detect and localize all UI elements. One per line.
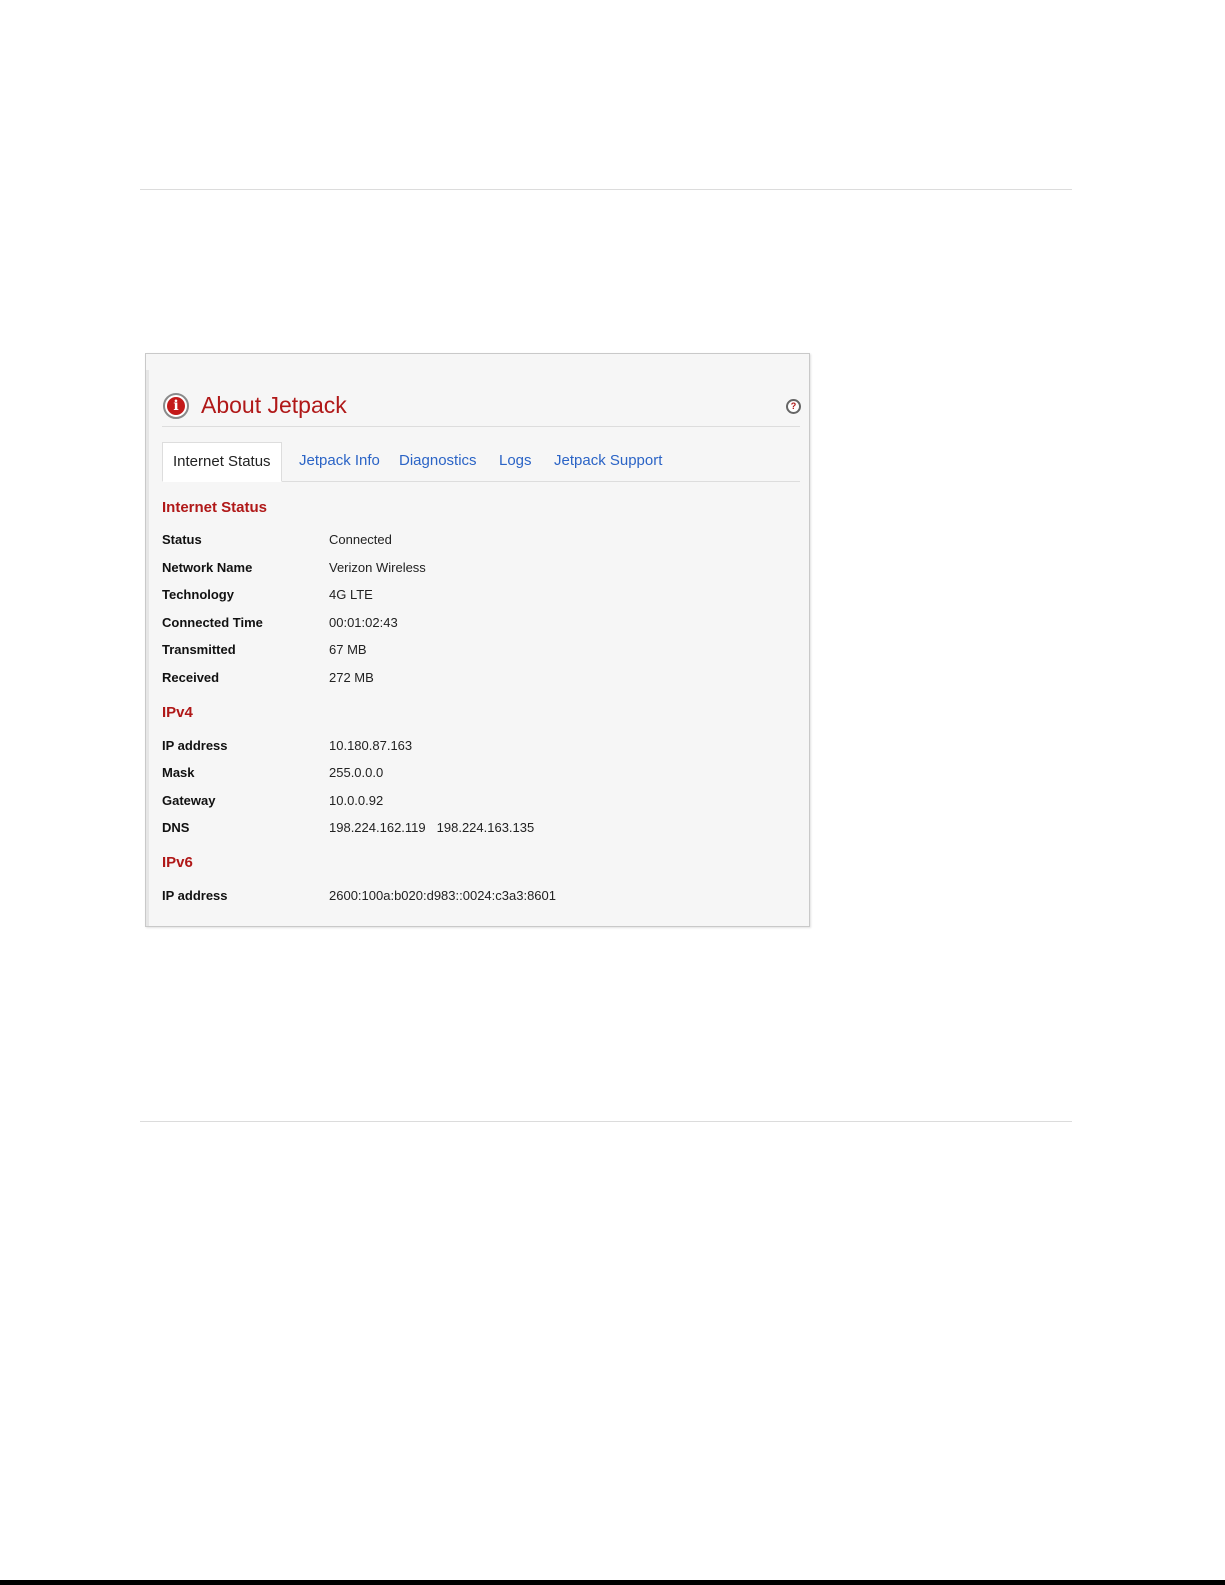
top-divider bbox=[140, 189, 1072, 190]
value-received: 272 MB bbox=[329, 670, 374, 685]
tab-jetpack-info[interactable]: Jetpack Info bbox=[299, 442, 380, 481]
value-connected-time: 00:01:02:43 bbox=[329, 615, 398, 630]
info-icon-glyph: i bbox=[173, 398, 179, 414]
value-mask: 255.0.0.0 bbox=[329, 765, 384, 780]
tab-jetpack-support[interactable]: Jetpack Support bbox=[554, 442, 662, 481]
tab-internet-status[interactable]: Internet Status bbox=[162, 442, 282, 482]
label-dns: DNS bbox=[162, 820, 190, 835]
label-status: Status bbox=[162, 532, 202, 547]
about-jetpack-panel: i About Jetpack ? Internet Status Jetpac… bbox=[145, 353, 810, 927]
label-received: Received bbox=[162, 670, 220, 685]
panel-header: i About Jetpack ? bbox=[162, 390, 801, 427]
tab-logs[interactable]: Logs bbox=[499, 442, 532, 481]
help-icon[interactable]: ? bbox=[786, 399, 801, 414]
section-title-ipv6: IPv6 bbox=[162, 854, 193, 871]
help-icon-glyph: ? bbox=[790, 401, 797, 411]
label-ipv4-address: IP address bbox=[162, 738, 228, 753]
value-gateway: 10.0.0.92 bbox=[329, 793, 384, 808]
value-network-name: Verizon Wireless bbox=[329, 560, 426, 575]
section-title-internet-status: Internet Status bbox=[162, 499, 268, 516]
tab-diagnostics[interactable]: Diagnostics bbox=[399, 442, 477, 481]
value-dns: 198.224.162.119 198.224.163.135 bbox=[329, 820, 534, 835]
value-dns-secondary: 198.224.163.135 bbox=[436, 820, 535, 835]
label-gateway: Gateway bbox=[162, 793, 216, 808]
label-network-name: Network Name bbox=[162, 560, 253, 575]
page-bottom-edge bbox=[0, 1580, 1225, 1585]
bottom-divider bbox=[140, 1121, 1072, 1122]
panel-edge bbox=[146, 370, 149, 926]
value-status: Connected bbox=[329, 532, 392, 547]
label-ipv6-address: IP address bbox=[162, 888, 228, 903]
label-transmitted: Transmitted bbox=[162, 642, 236, 657]
info-icon: i bbox=[163, 393, 189, 419]
tab-bar: Internet Status Jetpack Info Diagnostics… bbox=[162, 442, 800, 482]
section-title-ipv4: IPv4 bbox=[162, 704, 193, 721]
label-technology: Technology bbox=[162, 587, 234, 602]
document-page: i About Jetpack ? Internet Status Jetpac… bbox=[0, 0, 1225, 1585]
label-connected-time: Connected Time bbox=[162, 615, 263, 630]
value-dns-primary: 198.224.162.119 bbox=[329, 820, 426, 835]
value-ipv4-address: 10.180.87.163 bbox=[329, 738, 413, 753]
value-technology: 4G LTE bbox=[329, 587, 373, 602]
value-transmitted: 67 MB bbox=[329, 642, 367, 657]
page-title: About Jetpack bbox=[201, 392, 347, 418]
label-mask: Mask bbox=[162, 765, 195, 780]
value-ipv6-address: 2600:100a:b020:d983::0024:c3a3:8601 bbox=[329, 888, 556, 903]
